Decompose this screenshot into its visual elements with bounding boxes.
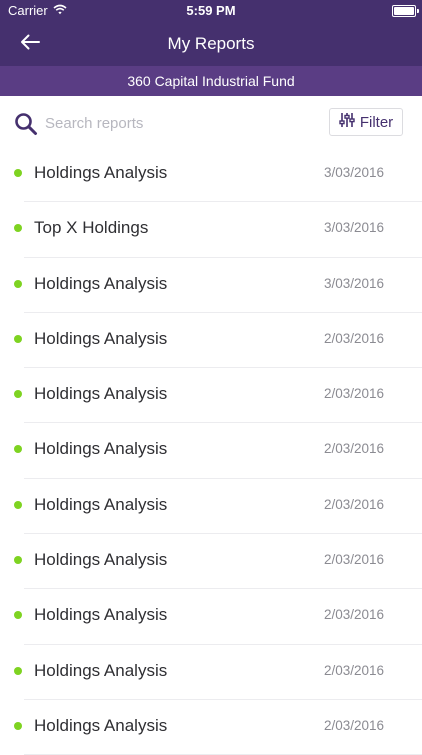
sliders-icon <box>339 112 355 132</box>
report-name: Holdings Analysis <box>34 384 168 404</box>
report-row[interactable]: Top X Holdings 3/03/2016 <box>14 202 422 258</box>
report-name: Holdings Analysis <box>34 328 168 348</box>
report-name: Holdings Analysis <box>34 550 168 570</box>
report-row[interactable]: Holdings Analysis 2/03/2016 <box>14 700 422 755</box>
page-title: My Reports <box>167 34 255 53</box>
report-name: Holdings Analysis <box>34 660 168 680</box>
report-name: Holdings Analysis <box>34 163 168 182</box>
status-dot <box>14 556 22 565</box>
filter-label: Filter <box>359 113 394 131</box>
report-date: 2/03/2016 <box>323 386 384 402</box>
status-dot <box>14 721 22 730</box>
report-name: Holdings Analysis <box>34 494 168 514</box>
status-dot <box>14 169 22 177</box>
report-date: 2/03/2016 <box>323 441 384 457</box>
filter-button[interactable]: Filter <box>329 108 403 136</box>
report-date: 2/03/2016 <box>323 496 384 512</box>
status-dot <box>14 279 22 288</box>
status-bar: Carrier 5:59 PM <box>0 0 422 22</box>
report-date: 2/03/2016 <box>323 607 384 623</box>
search-input[interactable] <box>45 112 275 134</box>
status-dot <box>14 390 22 399</box>
battery-icon <box>392 5 419 17</box>
status-dot <box>14 334 22 343</box>
navigation-bar: My Reports <box>0 22 422 66</box>
report-row[interactable]: Holdings Analysis 3/03/2016 <box>14 258 422 313</box>
search-bar: Filter <box>0 96 422 150</box>
status-dot <box>14 445 22 454</box>
report-date: 3/03/2016 <box>323 220 384 236</box>
report-row[interactable]: Holdings Analysis 3/03/2016 <box>14 147 422 203</box>
report-name: Holdings Analysis <box>34 273 168 293</box>
status-dot <box>14 500 22 509</box>
report-row[interactable]: Holdings Analysis 2/03/2016 <box>14 313 422 369</box>
report-date: 3/03/2016 <box>323 165 384 180</box>
report-row[interactable]: Holdings Analysis 2/03/2016 <box>14 479 422 535</box>
report-row[interactable]: Holdings Analysis 2/03/2016 <box>14 589 422 645</box>
report-row[interactable]: Holdings Analysis 2/03/2016 <box>14 368 422 424</box>
report-name: Holdings Analysis <box>34 715 168 735</box>
report-date: 2/03/2016 <box>323 662 384 678</box>
report-name: Holdings Analysis <box>34 439 168 459</box>
status-time: 5:59 PM <box>186 3 236 18</box>
report-row[interactable]: Holdings Analysis 2/03/2016 <box>14 645 422 700</box>
report-date: 2/03/2016 <box>323 717 384 733</box>
report-row[interactable]: Holdings Analysis 2/03/2016 <box>14 423 422 479</box>
report-list: Holdings Analysis 3/03/2016 Top X Holdin… <box>0 147 422 755</box>
report-date: 2/03/2016 <box>323 330 384 346</box>
search-icon[interactable] <box>14 112 38 136</box>
report-date: 3/03/2016 <box>323 275 384 291</box>
report-row[interactable]: Holdings Analysis 2/03/2016 <box>14 534 422 590</box>
report-name: Top X Holdings <box>34 218 149 238</box>
report-date: 2/03/2016 <box>323 552 384 568</box>
status-dot <box>14 666 22 675</box>
back-button[interactable] <box>14 30 46 58</box>
status-dot <box>14 224 22 233</box>
fund-name-header: 360 Capital Industrial Fund <box>0 66 422 96</box>
arrow-left-icon <box>19 33 41 56</box>
report-name: Holdings Analysis <box>34 605 168 625</box>
status-dot <box>14 611 22 620</box>
